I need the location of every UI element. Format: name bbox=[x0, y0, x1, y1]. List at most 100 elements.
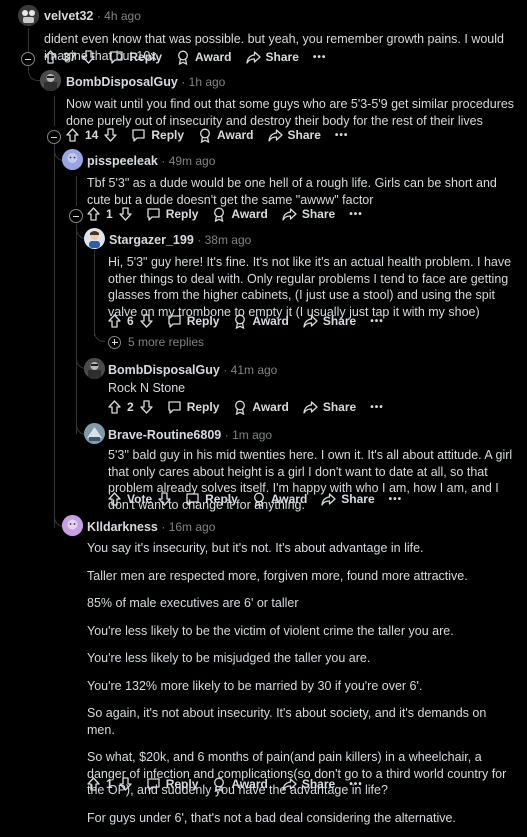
downvote-button[interactable] bbox=[158, 492, 171, 506]
reply-button[interactable]: Reply bbox=[185, 492, 238, 506]
avatar[interactable] bbox=[62, 515, 83, 536]
upvote-button[interactable] bbox=[87, 207, 100, 221]
comment-paragraph: So again, it's not about insecurity. It'… bbox=[87, 706, 487, 737]
more-options-button[interactable]: ••• bbox=[370, 316, 384, 327]
upvote-button[interactable] bbox=[108, 314, 121, 328]
comment-header: BombDisposalGuy · 1h ago bbox=[66, 75, 225, 89]
reply-icon bbox=[168, 401, 181, 414]
username[interactable]: BombDisposalGuy bbox=[108, 363, 220, 377]
upvote-button[interactable] bbox=[87, 777, 100, 791]
username[interactable]: Stargazer_199 bbox=[109, 233, 194, 247]
reply-label: Reply bbox=[165, 777, 199, 791]
avatar[interactable] bbox=[62, 149, 83, 170]
award-label: Award bbox=[252, 400, 289, 414]
collapse-button[interactable] bbox=[69, 209, 83, 223]
downvote-button[interactable] bbox=[140, 314, 153, 328]
more-options-button[interactable]: ••• bbox=[349, 779, 363, 790]
award-label: Award bbox=[252, 314, 289, 328]
vote-count: 6 bbox=[127, 314, 134, 328]
downvote-button[interactable] bbox=[140, 400, 153, 414]
share-button[interactable]: Share bbox=[321, 492, 375, 506]
avatar[interactable] bbox=[84, 228, 105, 249]
thread-curve bbox=[94, 328, 105, 342]
avatar-icon bbox=[40, 70, 61, 91]
avatar[interactable] bbox=[84, 423, 105, 444]
vote-count: 14 bbox=[85, 128, 99, 142]
downvote-button[interactable] bbox=[119, 207, 132, 221]
avatar[interactable] bbox=[18, 5, 39, 26]
share-button[interactable]: Share bbox=[303, 400, 356, 414]
comment-header: pisspeeleak · 49m ago bbox=[87, 154, 215, 168]
more-options-button[interactable]: ••• bbox=[335, 130, 349, 141]
upvote-icon bbox=[44, 50, 57, 64]
share-button[interactable]: Share bbox=[267, 128, 321, 142]
award-button[interactable]: Award bbox=[212, 777, 268, 792]
share-button[interactable]: Share bbox=[282, 207, 335, 221]
award-label: Award bbox=[231, 777, 268, 791]
username[interactable]: velvet32 bbox=[44, 9, 93, 23]
award-button[interactable]: Award bbox=[198, 128, 254, 143]
award-button[interactable]: Award bbox=[233, 314, 289, 329]
collapse-button[interactable] bbox=[47, 130, 61, 144]
comment-paragraph: For guys under 6', that's not a bad deal… bbox=[87, 810, 456, 825]
award-label: Award bbox=[195, 50, 232, 64]
vote-count: 1 bbox=[106, 207, 113, 221]
reply-button[interactable]: Reply bbox=[146, 207, 198, 221]
avatar[interactable] bbox=[40, 70, 61, 91]
timestamp: · 4h ago bbox=[96, 9, 141, 23]
avatar-icon bbox=[62, 515, 83, 536]
share-button[interactable]: Share bbox=[303, 314, 356, 328]
award-button[interactable]: Award bbox=[233, 400, 289, 415]
reply-button[interactable]: Reply bbox=[167, 314, 219, 328]
upvote-icon bbox=[108, 314, 121, 328]
reply-icon bbox=[147, 208, 160, 221]
more-replies-link[interactable]: 5 more replies bbox=[108, 335, 204, 349]
downvote-button[interactable] bbox=[104, 128, 118, 142]
share-button[interactable]: Share bbox=[245, 50, 299, 64]
username[interactable]: BombDisposalGuy bbox=[66, 75, 178, 89]
collapse-button[interactable] bbox=[21, 52, 35, 66]
avatar-icon bbox=[84, 228, 105, 249]
thread-line[interactable] bbox=[54, 96, 55, 126]
award-button[interactable]: Award bbox=[176, 50, 232, 65]
comment-header: Stargazer_199 · 38m ago bbox=[109, 233, 251, 247]
more-options-button[interactable]: ••• bbox=[349, 209, 363, 220]
avatar[interactable] bbox=[84, 358, 105, 379]
downvote-button[interactable] bbox=[119, 777, 132, 791]
award-icon bbox=[214, 777, 225, 792]
reply-icon bbox=[147, 778, 160, 791]
award-button[interactable]: Award bbox=[212, 207, 268, 222]
more-options-button[interactable]: ••• bbox=[389, 494, 403, 505]
reply-button[interactable]: Reply bbox=[131, 128, 184, 142]
upvote-button[interactable] bbox=[66, 128, 79, 142]
thread-line[interactable] bbox=[76, 222, 77, 434]
more-options-button[interactable]: ••• bbox=[313, 52, 327, 63]
username[interactable]: Brave-Routine6809 bbox=[108, 428, 221, 442]
share-label: Share bbox=[301, 777, 336, 791]
share-button[interactable]: Share bbox=[282, 777, 335, 791]
comment-body: 5'3'' bald guy in his mid twenties here.… bbox=[108, 447, 518, 524]
comment-paragraph: You're less likely to be misjudged the t… bbox=[87, 651, 371, 665]
thread-line[interactable] bbox=[76, 176, 77, 206]
upvote-button[interactable] bbox=[44, 50, 57, 64]
more-replies-label: 5 more replies bbox=[128, 335, 205, 349]
action-bar: 37 Reply Award Share ••• bbox=[44, 47, 340, 67]
reply-button[interactable]: Reply bbox=[167, 400, 219, 414]
upvote-button[interactable] bbox=[108, 400, 121, 414]
downvote-icon bbox=[104, 128, 118, 142]
thread-line[interactable] bbox=[94, 250, 95, 336]
award-icon bbox=[253, 492, 264, 507]
reply-button[interactable]: Reply bbox=[109, 50, 162, 64]
thread-line[interactable] bbox=[54, 142, 55, 528]
comment-header: Brave-Routine6809 · 1m ago bbox=[108, 428, 272, 442]
username[interactable]: pisspeeleak bbox=[87, 154, 158, 168]
reply-button[interactable]: Reply bbox=[146, 777, 199, 791]
reply-label: Reply bbox=[205, 492, 238, 506]
downvote-button[interactable] bbox=[82, 50, 96, 64]
more-options-button[interactable]: ••• bbox=[370, 402, 384, 413]
upvote-button[interactable] bbox=[108, 492, 121, 506]
thread-line[interactable] bbox=[28, 28, 29, 52]
share-icon bbox=[267, 128, 283, 142]
award-button[interactable]: Award bbox=[252, 492, 307, 507]
username[interactable]: Klldarkness bbox=[87, 520, 158, 534]
